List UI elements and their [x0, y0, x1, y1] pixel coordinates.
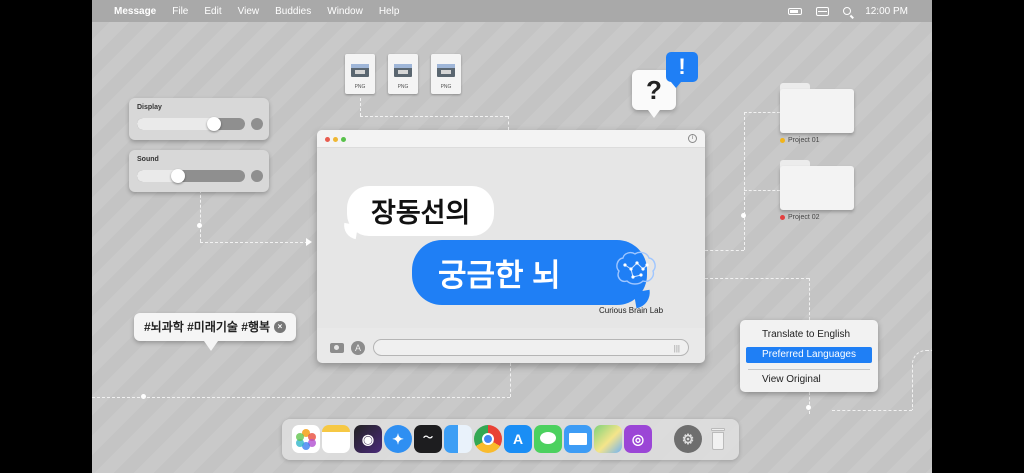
message-window: i 장동선의 궁금한 뇌 Curious Brain Lab A |||: [317, 130, 705, 363]
sound-slider-knob[interactable]: [171, 169, 185, 183]
hashtag-text: #뇌과학 #미래기술 #행복: [144, 320, 271, 334]
app-store-icon[interactable]: A: [351, 341, 365, 355]
png-file-icon[interactable]: PNG: [388, 54, 418, 94]
siri-icon[interactable]: ◉: [354, 425, 382, 453]
finder-icon[interactable]: [444, 425, 472, 453]
zoom-window-button[interactable]: [341, 137, 346, 142]
maps-icon[interactable]: [594, 425, 622, 453]
connector-line: [705, 250, 744, 251]
display-slider[interactable]: [137, 118, 245, 130]
menu-window[interactable]: Window: [327, 6, 363, 17]
search-icon[interactable]: [843, 7, 852, 15]
hashtag-bubble: #뇌과학 #미래기술 #행복 ×: [134, 313, 296, 351]
context-menu: Translate to English Preferred Languages…: [740, 320, 878, 392]
messages-icon[interactable]: [534, 425, 562, 453]
control-center-icon[interactable]: [816, 6, 830, 16]
menu-item-translate[interactable]: Translate to English: [746, 327, 872, 343]
connector-line: [510, 363, 511, 397]
connector-dot: [806, 405, 811, 410]
menu-item-preferred-languages[interactable]: Preferred Languages: [746, 347, 872, 363]
png-file-icon[interactable]: PNG: [345, 54, 375, 94]
connector-line: [744, 190, 780, 191]
folder-project-02[interactable]: Project 02: [780, 160, 854, 221]
dock: ◉ ✦ 〜 A ◎ ⚙: [282, 419, 739, 460]
connector-line: [508, 116, 509, 130]
sound-slider[interactable]: [137, 170, 245, 182]
brain-icon: [616, 251, 656, 285]
trash-icon[interactable]: [704, 425, 732, 453]
title-bubble-1: 장동선의: [347, 186, 495, 236]
desktop: Message File Edit View Buddies Window He…: [92, 0, 932, 473]
tag-dot-icon: [780, 215, 785, 220]
menu-help[interactable]: Help: [379, 6, 400, 17]
photos-icon[interactable]: [292, 425, 320, 453]
menu-app-name[interactable]: Message: [114, 6, 156, 17]
menu-view[interactable]: View: [238, 6, 260, 17]
connector-line: [360, 116, 508, 117]
mail-icon[interactable]: [564, 425, 592, 453]
menubar-clock[interactable]: 12:00 PM: [865, 6, 908, 17]
connector-line: [744, 112, 745, 250]
chrome-icon[interactable]: [474, 425, 502, 453]
display-label: Display: [137, 104, 162, 111]
connector-dot: [741, 213, 746, 218]
connector-dot: [197, 223, 202, 228]
display-icon: [251, 118, 263, 130]
exclamation-badge-icon: !: [666, 52, 698, 88]
info-icon[interactable]: i: [688, 134, 697, 143]
notes-icon[interactable]: [322, 425, 350, 453]
podcasts-icon[interactable]: ◎: [624, 425, 652, 453]
png-file-icon[interactable]: PNG: [431, 54, 461, 94]
battery-icon[interactable]: [788, 7, 803, 15]
connector-line: [744, 112, 780, 113]
close-window-button[interactable]: [325, 137, 330, 142]
arrow-right-icon: [306, 238, 312, 246]
window-content: 장동선의 궁금한 뇌 Curious Brain Lab: [317, 148, 705, 328]
app-store-icon[interactable]: A: [504, 425, 532, 453]
connector-line: [809, 278, 810, 320]
window-titlebar[interactable]: i: [317, 130, 705, 148]
clear-icon[interactable]: ×: [274, 321, 286, 333]
sound-label: Sound: [137, 156, 159, 163]
message-input[interactable]: |||: [373, 339, 689, 356]
folder-label: Project 02: [788, 214, 820, 221]
connector-line: [360, 98, 361, 116]
subtitle: Curious Brain Lab: [599, 306, 664, 315]
menu-separator: [748, 369, 870, 370]
tag-dot-icon: [780, 138, 785, 143]
connector-line: [200, 190, 201, 242]
connector-line: [912, 350, 932, 410]
connector-line: [705, 278, 809, 279]
menubar: Message File Edit View Buddies Window He…: [92, 0, 932, 22]
menu-buddies[interactable]: Buddies: [275, 6, 311, 17]
menu-item-view-original[interactable]: View Original: [746, 372, 872, 388]
safari-icon[interactable]: ✦: [384, 425, 412, 453]
connector-line: [809, 392, 810, 414]
menu-edit[interactable]: Edit: [204, 6, 221, 17]
connector-dot: [141, 394, 146, 399]
connector-line: [92, 397, 510, 398]
sound-panel: Sound: [129, 150, 269, 192]
input-bar: A |||: [317, 334, 705, 363]
minimize-window-button[interactable]: [333, 137, 338, 142]
display-slider-knob[interactable]: [207, 117, 221, 131]
folder-label: Project 01: [788, 137, 820, 144]
camera-icon[interactable]: [330, 343, 344, 353]
system-preferences-icon[interactable]: ⚙: [674, 425, 702, 453]
display-panel: Display: [129, 98, 269, 140]
audio-wave-icon[interactable]: |||: [674, 344, 680, 353]
connector-line: [200, 242, 308, 243]
speaker-icon: [251, 170, 263, 182]
connector-line: [832, 410, 912, 411]
folder-project-01[interactable]: Project 01: [780, 83, 854, 144]
stocks-icon[interactable]: 〜: [414, 425, 442, 453]
menu-file[interactable]: File: [172, 6, 188, 17]
